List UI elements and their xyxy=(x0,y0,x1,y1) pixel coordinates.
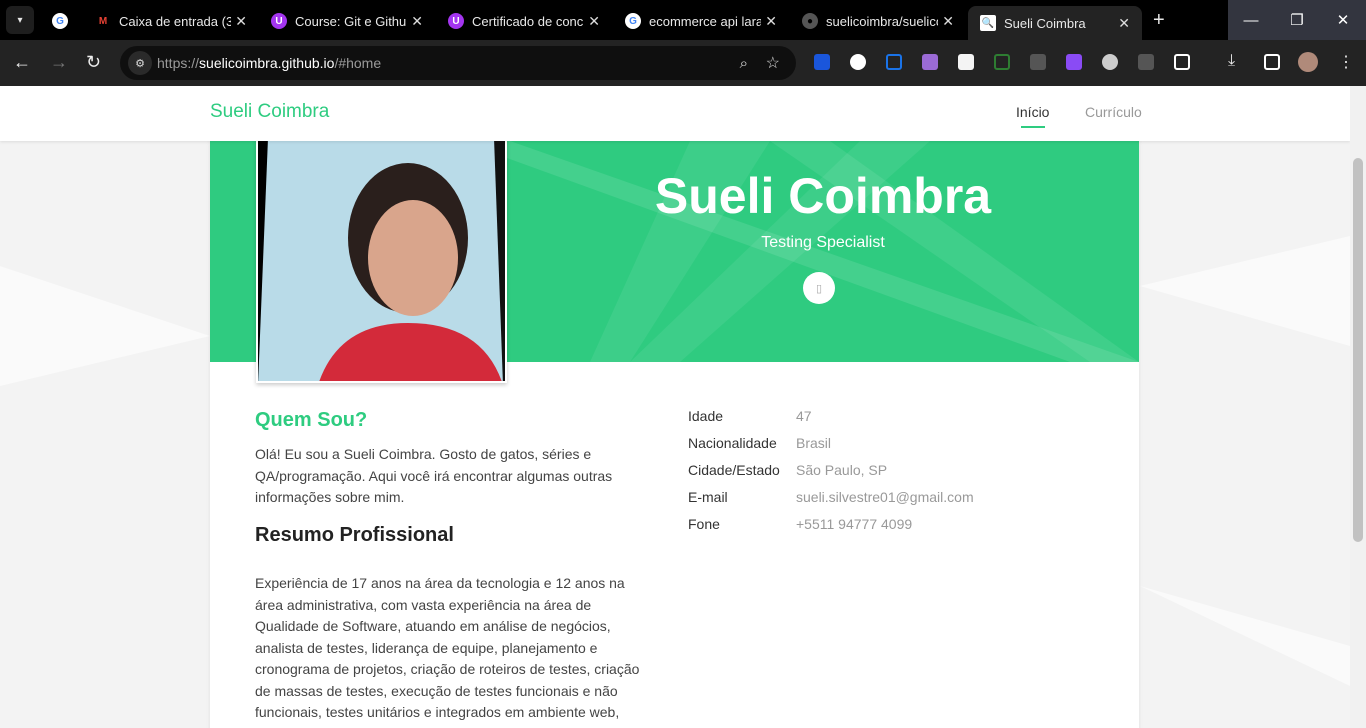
new-tab-icon[interactable]: + xyxy=(1153,9,1165,32)
tab-google[interactable]: G xyxy=(52,8,72,34)
search-doc-icon: 🔍 xyxy=(980,15,996,31)
zoom-icon[interactable]: ⌕ xyxy=(740,55,748,72)
tab-gmail[interactable]: M Caixa de entrada (34 ✕ xyxy=(95,8,247,34)
site-settings-icon[interactable]: ⚙ xyxy=(128,51,152,75)
info-list: Idade 47 Nacionalidade Brasil Cidade/Estad… xyxy=(688,408,974,543)
info-row: Idade 47 xyxy=(688,408,812,424)
gmail-icon: M xyxy=(98,15,108,27)
summary-title: Resumo Profissional xyxy=(255,524,454,546)
restore-button[interactable]: ❐ xyxy=(1274,0,1320,40)
extension-notes-icon[interactable] xyxy=(958,54,974,70)
about-text: Olá! Eu sou a Sueli Coimbra. Gosto de ga… xyxy=(255,446,613,505)
close-window-button[interactable]: ✕ xyxy=(1320,0,1366,40)
info-row: Nacionalidade Brasil xyxy=(688,435,832,451)
profile-avatar[interactable] xyxy=(1298,52,1318,72)
tab-ecommerce[interactable]: Gecommerce api larav ✕ xyxy=(625,8,777,34)
close-tab-icon[interactable]: ✕ xyxy=(588,13,600,30)
download-icon[interactable]: ⤓ xyxy=(1228,52,1235,70)
minimize-button[interactable]: — xyxy=(1228,0,1274,40)
close-tab-icon[interactable]: ✕ xyxy=(411,13,423,30)
scrollbar-thumb[interactable] xyxy=(1353,158,1363,542)
info-row: E-mail sueli.silvestre01@gmail.com xyxy=(688,489,974,505)
profile-card: Sueli Coimbra Testing Specialist ▯ Quem … xyxy=(210,136,1139,728)
tab-certificado[interactable]: U Certificado de concl ✕ xyxy=(448,8,600,34)
udemy-icon: U xyxy=(271,13,287,29)
extension-selenium-icon[interactable] xyxy=(1030,54,1046,70)
site-header: Sueli Coimbra Início Currículo xyxy=(0,86,1350,141)
back-icon[interactable]: ← xyxy=(13,52,31,73)
profile-photo xyxy=(256,136,507,383)
active-indicator xyxy=(1020,126,1045,128)
extension-screenshot-icon[interactable] xyxy=(994,54,1010,70)
menu-kebab-icon[interactable]: ⋮ xyxy=(1338,52,1354,72)
side-panel-icon[interactable] xyxy=(1264,54,1280,70)
nav-inicio[interactable]: Início xyxy=(1016,104,1049,128)
brand-logo[interactable]: Sueli Coimbra xyxy=(210,101,329,123)
tab-sueli-coimbra[interactable]: 🔍 Sueli Coimbra ✕ xyxy=(968,6,1142,40)
summary-text: Experiência de 17 anos na área da tecnol… xyxy=(255,575,640,728)
bookmark-star-icon[interactable]: ☆ xyxy=(766,53,780,73)
github-icon: ● xyxy=(802,13,818,29)
extension-r-icon[interactable] xyxy=(814,54,830,70)
extension-json-icon[interactable] xyxy=(850,54,866,70)
social-icon-button[interactable]: ▯ xyxy=(803,272,835,304)
extension-triangle-icon[interactable] xyxy=(886,54,902,70)
extension-p-icon[interactable] xyxy=(1066,54,1082,70)
page-scrollbar[interactable] xyxy=(1350,86,1366,728)
reload-icon[interactable]: ↻ xyxy=(86,52,101,73)
tab-course[interactable]: U Course: Git e Github ✕ xyxy=(271,8,423,34)
forward-icon[interactable]: → xyxy=(50,52,68,73)
extension-bolt-icon[interactable] xyxy=(1102,54,1118,70)
info-row: Cidade/Estado São Paulo, SP xyxy=(688,462,888,478)
extension-gray-icon[interactable] xyxy=(1138,54,1154,70)
google-icon: G xyxy=(52,13,68,29)
hero-subtitle: Testing Specialist xyxy=(761,234,885,251)
google-icon: G xyxy=(625,13,641,29)
udemy-icon: U xyxy=(448,13,464,29)
address-bar[interactable]: ⚙ https://suelicoimbra.github.io/#home ⌕… xyxy=(120,46,796,80)
extensions-puzzle-icon[interactable] xyxy=(1174,54,1190,70)
close-tab-icon[interactable]: ✕ xyxy=(765,13,777,30)
extension-feather-icon[interactable] xyxy=(922,54,938,70)
page-viewport: Sueli Coimbra Início Currículo Sueli Coi… xyxy=(0,86,1350,728)
close-tab-icon[interactable]: ✕ xyxy=(1118,15,1130,32)
tab-search-button[interactable]: ▾ xyxy=(6,6,34,34)
hero-name: Sueli Coimbra xyxy=(654,168,992,224)
close-tab-icon[interactable]: ✕ xyxy=(235,13,247,30)
info-row: Fone +5511 94777 4099 xyxy=(688,516,913,532)
about-title: Quem Sou? xyxy=(255,409,368,431)
close-tab-icon[interactable]: ✕ xyxy=(942,13,954,30)
nav-curriculo[interactable]: Currículo xyxy=(1085,104,1142,120)
portrait-image xyxy=(258,138,505,381)
tab-github[interactable]: ● suelicoimbra/suelico ✕ xyxy=(802,8,954,34)
browser-toolbar: ← → ↻ ⚙ https://suelicoimbra.github.io/#… xyxy=(0,40,1366,86)
tab-bar: ▾ G M Caixa de entrada (34 ✕ U Course: Git … xyxy=(0,0,1366,40)
